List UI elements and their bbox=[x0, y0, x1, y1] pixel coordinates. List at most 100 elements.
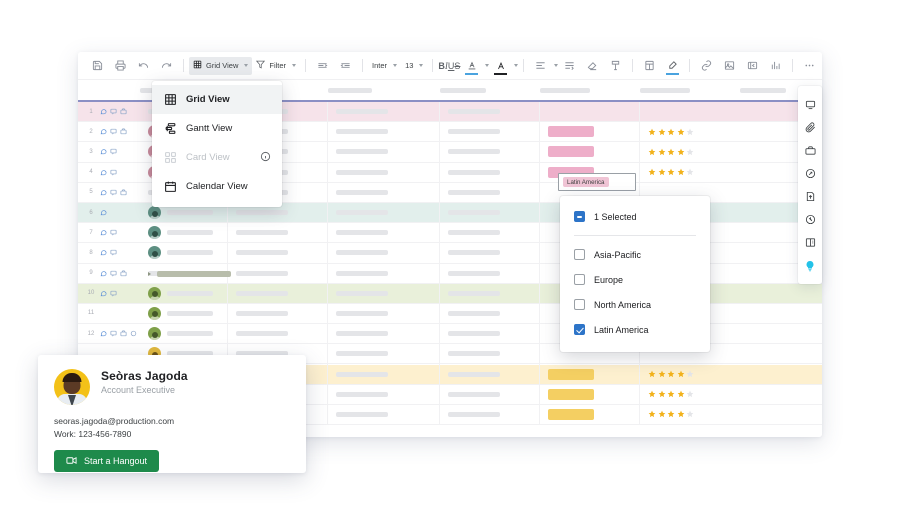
cell-region-tag[interactable] bbox=[540, 142, 640, 161]
checkbox[interactable] bbox=[574, 274, 585, 285]
row-icon-a[interactable] bbox=[100, 169, 107, 176]
cell-text[interactable] bbox=[328, 364, 440, 383]
row-action-icons[interactable] bbox=[100, 270, 140, 277]
save-icon[interactable] bbox=[89, 57, 106, 74]
cell-text[interactable] bbox=[328, 183, 440, 202]
row-icon-b[interactable] bbox=[110, 169, 117, 176]
row-icon-a[interactable] bbox=[100, 290, 107, 297]
cell-region-tag[interactable] bbox=[540, 405, 640, 424]
cell-text[interactable] bbox=[440, 203, 540, 222]
cell-text[interactable] bbox=[328, 385, 440, 404]
row-action-icons[interactable] bbox=[100, 108, 140, 115]
row-icon-c[interactable] bbox=[120, 189, 127, 196]
cell-text[interactable] bbox=[440, 324, 540, 343]
row-icon-b[interactable] bbox=[110, 229, 117, 236]
row-action-icons[interactable] bbox=[100, 148, 140, 155]
cell-text[interactable] bbox=[440, 183, 540, 202]
row-action-icons[interactable] bbox=[100, 330, 140, 337]
cell-text[interactable] bbox=[328, 243, 440, 262]
row-icon-b[interactable] bbox=[110, 128, 117, 135]
cell-text[interactable] bbox=[228, 304, 328, 323]
chart-icon[interactable] bbox=[767, 57, 784, 74]
cell-text[interactable] bbox=[328, 122, 440, 141]
row-action-icons[interactable] bbox=[100, 290, 140, 297]
cell-rating[interactable] bbox=[640, 142, 720, 161]
cell-text[interactable] bbox=[440, 364, 540, 383]
row-action-icons[interactable] bbox=[100, 189, 140, 196]
text-highlight-icon[interactable] bbox=[463, 57, 480, 74]
cell-text[interactable] bbox=[440, 344, 540, 363]
group-row[interactable] bbox=[140, 264, 822, 284]
cell-rating[interactable] bbox=[640, 102, 720, 121]
format-painter-icon[interactable] bbox=[607, 57, 624, 74]
cell-text[interactable] bbox=[440, 284, 540, 303]
row-icon-a[interactable] bbox=[100, 209, 107, 216]
cell-name[interactable] bbox=[140, 243, 228, 262]
cell-text[interactable] bbox=[328, 223, 440, 242]
star-rating[interactable] bbox=[648, 148, 694, 156]
cell-text[interactable] bbox=[228, 284, 328, 303]
cell-text[interactable] bbox=[440, 142, 540, 161]
cell-text[interactable] bbox=[440, 102, 540, 121]
cell-text[interactable] bbox=[328, 324, 440, 343]
more-horizontal-icon[interactable] bbox=[801, 57, 818, 74]
star-rating[interactable] bbox=[648, 128, 694, 136]
filter-chip[interactable]: Filter bbox=[252, 57, 300, 75]
image-icon[interactable] bbox=[721, 57, 738, 74]
row-icon-a[interactable] bbox=[100, 229, 107, 236]
chevron-down-icon[interactable] bbox=[485, 64, 489, 67]
cell-rating[interactable] bbox=[640, 122, 720, 141]
marker-icon[interactable] bbox=[664, 57, 681, 74]
start-hangout-button[interactable]: Start a Hangout bbox=[54, 450, 159, 472]
row-icon-b[interactable] bbox=[110, 249, 117, 256]
row-icon-c[interactable] bbox=[120, 128, 127, 135]
table-row[interactable]: 7 bbox=[78, 223, 822, 243]
cell-text[interactable] bbox=[328, 203, 440, 222]
indent-decrease-icon[interactable] bbox=[314, 57, 331, 74]
checkbox[interactable] bbox=[574, 249, 585, 260]
link-icon[interactable] bbox=[698, 57, 715, 74]
row-icon-a[interactable] bbox=[100, 128, 107, 135]
cell-text[interactable] bbox=[228, 324, 328, 343]
cell-rating[interactable] bbox=[640, 405, 720, 424]
paperclip-icon[interactable] bbox=[798, 116, 822, 139]
redo-icon[interactable] bbox=[158, 57, 175, 74]
row-icon-d[interactable] bbox=[130, 330, 137, 337]
cell-text[interactable] bbox=[328, 405, 440, 424]
view-menu-item-grid-view[interactable]: Grid View bbox=[152, 85, 282, 114]
cell-text[interactable] bbox=[328, 344, 440, 363]
align-left-icon[interactable] bbox=[532, 57, 549, 74]
contact-phone[interactable]: Work: 123-456-7890 bbox=[54, 429, 290, 439]
row-action-icons[interactable] bbox=[100, 169, 140, 176]
select-all-checkbox[interactable] bbox=[574, 211, 585, 222]
row-icon-b[interactable] bbox=[110, 108, 117, 115]
cell-text[interactable] bbox=[440, 304, 540, 323]
cell-text[interactable] bbox=[440, 122, 540, 141]
cell-text[interactable] bbox=[440, 385, 540, 404]
row-action-icons[interactable] bbox=[100, 229, 140, 236]
star-rating[interactable] bbox=[648, 168, 694, 176]
view-selector-chip[interactable]: Grid View bbox=[189, 57, 252, 75]
row-icon-a[interactable] bbox=[100, 330, 107, 337]
file-upload-icon[interactable] bbox=[798, 185, 822, 208]
notes-icon[interactable] bbox=[798, 231, 822, 254]
row-icon-c[interactable] bbox=[120, 108, 127, 115]
cell-name[interactable] bbox=[140, 284, 228, 303]
expand-triangle-icon[interactable] bbox=[148, 272, 151, 276]
row-icon-c[interactable] bbox=[120, 270, 127, 277]
filter-option-europe[interactable]: Europe bbox=[560, 267, 710, 292]
briefcase-icon[interactable] bbox=[798, 139, 822, 162]
row-action-icons[interactable] bbox=[100, 128, 140, 135]
chevron-down-icon[interactable] bbox=[554, 64, 558, 67]
view-menu-item-gantt-view[interactable]: Gantt View bbox=[152, 114, 282, 143]
row-icon-a[interactable] bbox=[100, 249, 107, 256]
filter-summary-row[interactable]: 1 Selected bbox=[560, 204, 710, 229]
table-row[interactable]: 12 bbox=[78, 324, 822, 344]
row-icon-b[interactable] bbox=[110, 148, 117, 155]
print-icon[interactable] bbox=[112, 57, 129, 74]
view-menu-item-calendar-view[interactable]: Calendar View bbox=[152, 172, 282, 201]
table-row[interactable]: 8 bbox=[78, 243, 822, 263]
star-rating[interactable] bbox=[648, 410, 694, 418]
cell-rating[interactable] bbox=[640, 385, 720, 404]
table-row[interactable]: 11 bbox=[78, 304, 822, 324]
